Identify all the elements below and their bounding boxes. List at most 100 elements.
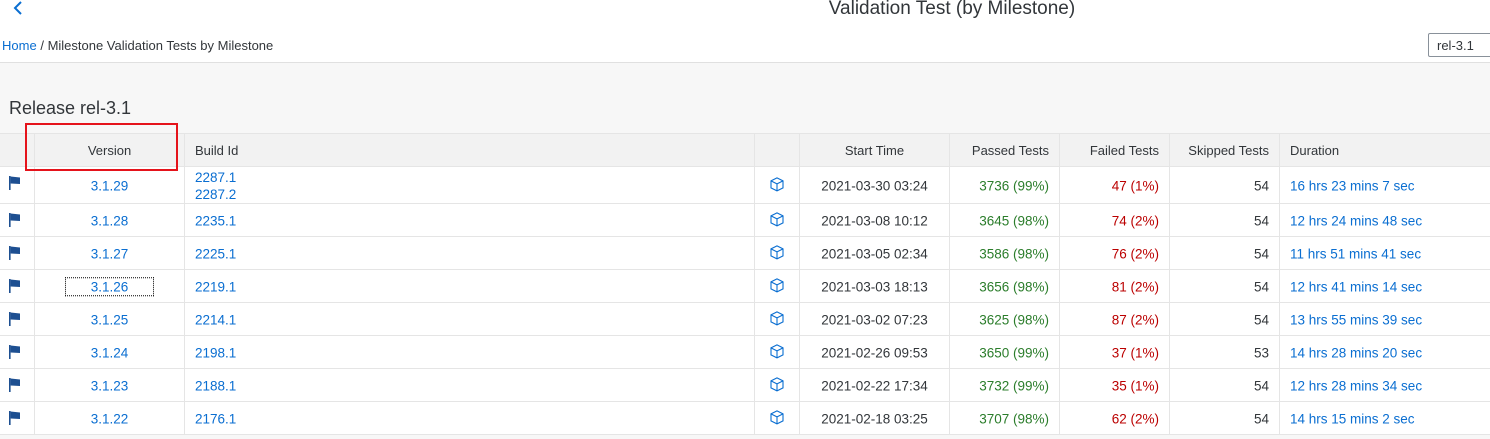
failed-tests: 37 (1%) bbox=[1111, 345, 1159, 361]
build-detail-cell bbox=[754, 369, 799, 401]
version-link[interactable]: 3.1.29 bbox=[91, 178, 129, 193]
build-id-link[interactable]: 2198.1 bbox=[195, 345, 236, 360]
version-cell: 3.1.24 bbox=[34, 336, 184, 368]
duration-link[interactable]: 16 hrs 23 mins 7 sec bbox=[1290, 178, 1415, 193]
table-row[interactable]: 3.1.24 2198.1 2021-02-26 09:53 3650 (99%) 37… bbox=[0, 336, 1490, 369]
version-link[interactable]: 3.1.25 bbox=[91, 312, 129, 327]
failed-tests: 87 (2%) bbox=[1111, 312, 1159, 328]
build-id-link[interactable]: 2214.1 bbox=[195, 312, 236, 327]
skipped-tests: 54 bbox=[1253, 411, 1269, 427]
flag-cell bbox=[0, 402, 34, 434]
table-row[interactable]: 3.1.29 2287.1 2287.2 2021-03-30 03:24 3736 (… bbox=[0, 167, 1490, 204]
page-title: Validation Test (by Milestone) bbox=[828, 0, 1076, 19]
skipped-tests-cell: 53 bbox=[1169, 336, 1279, 368]
flag-icon[interactable] bbox=[9, 176, 21, 190]
passed-tests: 3586 (98%) bbox=[979, 246, 1049, 262]
passed-tests: 3732 (99%) bbox=[979, 378, 1049, 394]
duration-link[interactable]: 14 hrs 15 mins 2 sec bbox=[1290, 411, 1415, 426]
flag-icon[interactable] bbox=[9, 411, 21, 425]
skipped-tests: 54 bbox=[1253, 178, 1269, 194]
passed-tests-cell: 3625 (98%) bbox=[949, 303, 1059, 335]
header-passed-tests[interactable]: Passed Tests bbox=[949, 134, 1059, 167]
flag-icon[interactable] bbox=[9, 345, 21, 359]
table-row[interactable]: 3.1.23 2188.1 2021-02-22 17:34 3732 (99%) 35… bbox=[0, 369, 1490, 402]
version-link[interactable]: 3.1.24 bbox=[91, 345, 129, 360]
failed-tests: 35 (1%) bbox=[1111, 378, 1159, 394]
build-detail-cell bbox=[754, 402, 799, 434]
table-row[interactable]: 3.1.28 2235.1 2021-03-08 10:12 3645 (98%) 74… bbox=[0, 204, 1490, 237]
build-id-link[interactable]: 2287.1 bbox=[195, 169, 236, 186]
start-time-cell: 2021-02-18 03:25 bbox=[799, 402, 949, 434]
failed-tests-cell: 81 (2%) bbox=[1059, 270, 1169, 302]
breadcrumb-current: Milestone Validation Tests by Milestone bbox=[47, 38, 274, 53]
version-cell: 3.1.25 bbox=[34, 303, 184, 335]
start-time-cell: 2021-03-30 03:24 bbox=[799, 167, 949, 203]
table-row[interactable]: 3.1.25 2214.1 2021-03-02 07:23 3625 (98%) 87… bbox=[0, 303, 1490, 336]
build-id-link[interactable]: 2176.1 bbox=[195, 411, 236, 426]
start-time: 2021-02-18 03:25 bbox=[821, 411, 928, 427]
build-id-link[interactable]: 2188.1 bbox=[195, 378, 236, 393]
passed-tests-cell: 3656 (98%) bbox=[949, 270, 1059, 302]
build-id-link[interactable]: 2219.1 bbox=[195, 279, 236, 294]
cube-icon[interactable] bbox=[770, 177, 784, 192]
header-failed-tests[interactable]: Failed Tests bbox=[1059, 134, 1169, 167]
table-row[interactable]: 3.1.22 2176.1 2021-02-18 03:25 3707 (98%) 62… bbox=[0, 402, 1490, 435]
failed-tests: 74 (2%) bbox=[1111, 213, 1159, 229]
duration-cell: 14 hrs 15 mins 2 sec bbox=[1279, 402, 1490, 434]
header-icon-column bbox=[754, 134, 799, 167]
version-link[interactable]: 3.1.26 bbox=[64, 277, 155, 297]
top-bar: Validation Test (by Milestone) Home / Mi… bbox=[0, 0, 1490, 63]
header-build-id[interactable]: Build Id bbox=[184, 134, 754, 167]
release-select[interactable]: rel-3.1 bbox=[1428, 33, 1490, 57]
duration-link[interactable]: 11 hrs 51 mins 41 sec bbox=[1290, 246, 1421, 261]
cube-icon[interactable] bbox=[770, 278, 784, 293]
header-skipped-tests[interactable]: Skipped Tests bbox=[1169, 134, 1279, 167]
header-version[interactable]: Version bbox=[34, 134, 184, 167]
start-time-cell: 2021-02-26 09:53 bbox=[799, 336, 949, 368]
start-time-cell: 2021-02-22 17:34 bbox=[799, 369, 949, 401]
version-link[interactable]: 3.1.22 bbox=[91, 411, 129, 426]
version-link[interactable]: 3.1.27 bbox=[91, 246, 129, 261]
version-cell: 3.1.28 bbox=[34, 204, 184, 236]
flag-icon[interactable] bbox=[9, 246, 21, 260]
flag-icon[interactable] bbox=[9, 312, 21, 326]
header-start-time[interactable]: Start Time bbox=[799, 134, 949, 167]
table-row[interactable]: 3.1.27 2225.1 2021-03-05 02:34 3586 (98%) 76… bbox=[0, 237, 1490, 270]
flag-cell bbox=[0, 167, 34, 203]
cube-icon[interactable] bbox=[770, 311, 784, 326]
duration-link[interactable]: 12 hrs 24 mins 48 sec bbox=[1290, 213, 1422, 228]
breadcrumb-home-link[interactable]: Home bbox=[2, 38, 37, 53]
cube-icon[interactable] bbox=[770, 344, 784, 359]
header-duration[interactable]: Duration bbox=[1279, 134, 1490, 167]
table-row[interactable]: 3.1.26 2219.1 2021-03-03 18:13 3656 (98%) 81… bbox=[0, 270, 1490, 303]
version-link[interactable]: 3.1.28 bbox=[91, 213, 129, 228]
content-area: Release rel-3.1 Version Build Id Start T… bbox=[0, 63, 1490, 439]
version-link[interactable]: 3.1.23 bbox=[91, 378, 129, 393]
skipped-tests: 54 bbox=[1253, 246, 1269, 262]
passed-tests-cell: 3586 (98%) bbox=[949, 237, 1059, 269]
cube-icon[interactable] bbox=[770, 377, 784, 392]
cube-icon[interactable] bbox=[770, 410, 784, 425]
duration-cell: 13 hrs 55 mins 39 sec bbox=[1279, 303, 1490, 335]
flag-icon[interactable] bbox=[9, 378, 21, 392]
duration-link[interactable]: 12 hrs 28 mins 34 sec bbox=[1290, 378, 1422, 393]
build-detail-cell bbox=[754, 167, 799, 203]
duration-link[interactable]: 13 hrs 55 mins 39 sec bbox=[1290, 312, 1422, 327]
cube-icon[interactable] bbox=[770, 245, 784, 260]
build-detail-cell bbox=[754, 336, 799, 368]
build-id-link[interactable]: 2287.2 bbox=[195, 186, 236, 203]
build-detail-cell bbox=[754, 303, 799, 335]
failed-tests-cell: 37 (1%) bbox=[1059, 336, 1169, 368]
cube-icon[interactable] bbox=[770, 212, 784, 227]
duration-link[interactable]: 12 hrs 41 mins 14 sec bbox=[1290, 279, 1422, 294]
duration-link[interactable]: 14 hrs 28 mins 20 sec bbox=[1290, 345, 1422, 360]
start-time-cell: 2021-03-08 10:12 bbox=[799, 204, 949, 236]
build-id-link[interactable]: 2235.1 bbox=[195, 213, 236, 228]
flag-icon[interactable] bbox=[9, 279, 21, 293]
passed-tests: 3645 (98%) bbox=[979, 213, 1049, 229]
build-id-link[interactable]: 2225.1 bbox=[195, 246, 236, 261]
version-cell: 3.1.26 bbox=[34, 270, 184, 302]
failed-tests-cell: 76 (2%) bbox=[1059, 237, 1169, 269]
flag-cell bbox=[0, 270, 34, 302]
flag-icon[interactable] bbox=[9, 213, 21, 227]
